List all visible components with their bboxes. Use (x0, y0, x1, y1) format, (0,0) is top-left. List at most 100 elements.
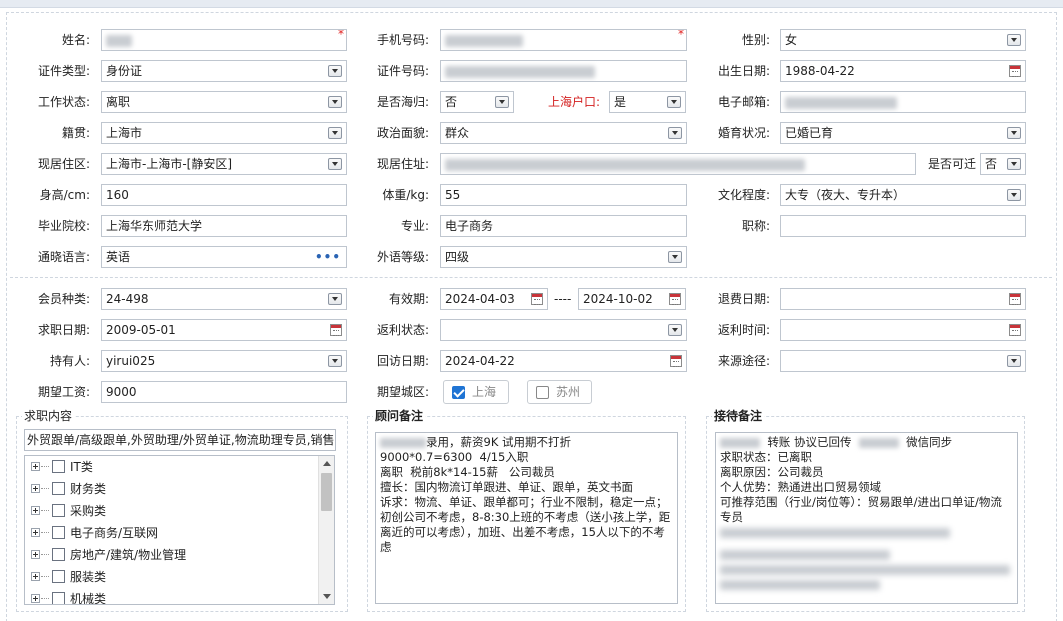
chevron-down-icon[interactable] (328, 65, 342, 77)
tree-node[interactable]: 财务类 (25, 478, 317, 500)
holder-label: 持有人: (49, 354, 90, 368)
checkbox-unchecked-icon[interactable] (536, 386, 549, 399)
calendar-icon[interactable] (1009, 324, 1021, 336)
chevron-down-icon[interactable] (328, 293, 342, 305)
education-label: 文化程度: (717, 188, 770, 202)
chevron-down-icon[interactable] (1007, 34, 1021, 46)
tree-node[interactable]: 采购类 (25, 500, 317, 522)
chevron-down-icon[interactable] (328, 158, 342, 170)
job-category-tree[interactable]: IT类 财务类 采购类 电子商务/互联网 房地产/建筑/物业管理 服装类 机械类 (24, 455, 335, 605)
source-select[interactable] (780, 350, 1026, 372)
chevron-down-icon[interactable] (328, 96, 342, 108)
returnee-select[interactable]: 否 (440, 91, 514, 113)
title-field[interactable] (780, 215, 1026, 237)
tree-connector (41, 532, 49, 533)
scroll-up-icon[interactable] (323, 461, 331, 466)
rebate-time-field[interactable] (780, 319, 1026, 341)
expand-plus-icon[interactable] (31, 484, 40, 493)
checkbox-unchecked-icon[interactable] (52, 526, 65, 539)
residence-area-select[interactable]: 上海市-上海市-[静安区] (101, 153, 347, 175)
calendar-icon[interactable] (531, 293, 543, 305)
marital-status-select[interactable]: 已婚已育 (780, 122, 1026, 144)
calendar-icon[interactable] (1009, 293, 1021, 305)
id-number-field[interactable] (440, 60, 687, 82)
scroll-down-icon[interactable] (323, 594, 331, 599)
gender-select[interactable]: 女 (780, 29, 1026, 51)
weight-field[interactable]: 55 (440, 184, 687, 206)
chevron-down-icon[interactable] (1007, 189, 1021, 201)
valid-end-field[interactable]: 2024-10-02 (578, 288, 686, 310)
checkbox-checked-icon[interactable] (452, 386, 465, 399)
expand-plus-icon[interactable] (31, 462, 40, 471)
name-field[interactable]: * (101, 29, 347, 51)
more-options-icon[interactable]: ••• (315, 250, 341, 264)
valid-start-field[interactable]: 2024-04-03 (440, 288, 548, 310)
chevron-down-icon[interactable] (668, 127, 682, 139)
rebate-status-label: 返利状态: (376, 323, 429, 337)
checkbox-unchecked-icon[interactable] (52, 504, 65, 517)
checkbox-unchecked-icon[interactable] (52, 548, 65, 561)
work-status-select[interactable]: 离职 (101, 91, 347, 113)
major-field[interactable]: 电子商务 (440, 215, 687, 237)
city-option-suzhou[interactable]: 苏州 (527, 380, 592, 404)
school-field[interactable]: 上海华东师范大学 (101, 215, 347, 237)
job-date-field[interactable]: 2009-05-01 (101, 319, 347, 341)
job-content-summary-field[interactable]: 外贸跟单/高级跟单,外贸助理/外贸单证,物流助理专员,销售 (24, 429, 336, 451)
calendar-icon[interactable] (670, 355, 682, 367)
tree-node[interactable]: 房地产/建筑/物业管理 (25, 544, 317, 566)
tree-node[interactable]: 电子商务/互联网 (25, 522, 317, 544)
school-label: 毕业院校: (37, 219, 90, 233)
chevron-down-icon[interactable] (328, 127, 342, 139)
member-type-select[interactable]: 24-498 (101, 288, 347, 310)
chevron-down-icon[interactable] (668, 251, 682, 263)
phone-field[interactable]: * (440, 29, 687, 51)
native-place-select[interactable]: 上海市 (101, 122, 347, 144)
reception-note-textarea[interactable]: 转账 协议已回传 微信同步 求职状态：已离职 离职原因：公司裁员 个人优势：熟通… (715, 432, 1018, 604)
tree-scrollbar[interactable] (318, 456, 334, 604)
chevron-down-icon[interactable] (668, 324, 682, 336)
salary-field[interactable]: 9000 (101, 381, 347, 403)
expand-plus-icon[interactable] (31, 550, 40, 559)
expand-plus-icon[interactable] (31, 572, 40, 581)
calendar-icon[interactable] (330, 324, 342, 336)
birth-date-field[interactable]: 1988-04-22 (780, 60, 1026, 82)
height-field[interactable]: 160 (101, 184, 347, 206)
consultant-note-textarea[interactable]: 录用，薪资9K 试用期不打折 9000*0.7=6300 4/15入职 离职 税… (375, 432, 678, 604)
chevron-down-icon[interactable] (667, 96, 681, 108)
political-status-select[interactable]: 群众 (440, 122, 687, 144)
scroll-thumb[interactable] (321, 473, 332, 511)
calendar-icon[interactable] (669, 293, 681, 305)
shanghai-hukou-select[interactable]: 是 (609, 91, 686, 113)
transferable-select[interactable]: 否 (980, 153, 1026, 175)
id-type-select[interactable]: 身份证 (101, 60, 347, 82)
chevron-down-icon[interactable] (495, 96, 509, 108)
checkbox-unchecked-icon[interactable] (52, 570, 65, 583)
chevron-down-icon[interactable] (1007, 127, 1021, 139)
height-value: 160 (106, 188, 129, 202)
holder-select[interactable]: yirui025 (101, 350, 347, 372)
calendar-icon[interactable] (1009, 65, 1021, 77)
checkbox-unchecked-icon[interactable] (52, 482, 65, 495)
chevron-down-icon[interactable] (1007, 158, 1021, 170)
rebate-time-label: 返利时间: (717, 323, 770, 337)
city-option-shanghai[interactable]: 上海 (443, 380, 509, 404)
expand-plus-icon[interactable] (31, 506, 40, 515)
language-field[interactable]: 英语 ••• (101, 246, 347, 268)
tree-node[interactable]: IT类 (25, 456, 317, 478)
checkbox-unchecked-icon[interactable] (52, 592, 65, 604)
education-select[interactable]: 大专（夜大、专升本） (780, 184, 1026, 206)
visit-date-field[interactable]: 2024-04-22 (440, 350, 687, 372)
checkbox-unchecked-icon[interactable] (52, 460, 65, 473)
expand-plus-icon[interactable] (31, 528, 40, 537)
tree-node[interactable]: 服装类 (25, 566, 317, 588)
city-option-label: 苏州 (556, 385, 581, 399)
tree-node[interactable]: 机械类 (25, 588, 317, 604)
expand-plus-icon[interactable] (31, 594, 40, 603)
chevron-down-icon[interactable] (1007, 355, 1021, 367)
refund-date-field[interactable] (780, 288, 1026, 310)
chevron-down-icon[interactable] (328, 355, 342, 367)
rebate-status-select[interactable] (440, 319, 687, 341)
language-level-select[interactable]: 四级 (440, 246, 687, 268)
residence-address-field[interactable] (440, 153, 916, 175)
email-field[interactable] (780, 91, 1026, 113)
